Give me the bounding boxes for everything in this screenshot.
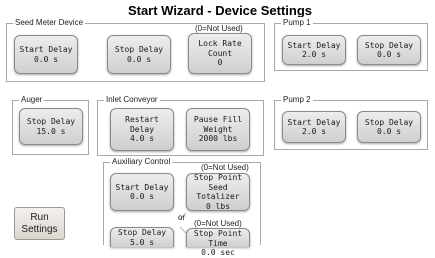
pump-2-start-delay-button[interactable]: Start Delay 2.0 s [282, 111, 346, 143]
seed-meter-device-label: Seed Meter Device [13, 17, 86, 29]
auger-stop-delay-button[interactable]: Stop Delay 15.0 s [19, 108, 83, 145]
pause-fill-weight-button[interactable]: Pause Fill Weight 2000 lbs [186, 108, 250, 151]
pump-1-stop-delay-button[interactable]: Stop Delay 0.0 s [357, 35, 421, 65]
pump-2-label: Pump 2 [281, 94, 313, 106]
stop-point-time-button[interactable]: Stop Point Time 0.0 sec [186, 228, 250, 257]
stop-point-seed-totalizer-button[interactable]: Stop Point Seed Totalizer 0 lbs [186, 173, 250, 211]
auxiliary-start-delay-button[interactable]: Start Delay 0.0 s [110, 173, 174, 211]
inlet-conveyor-label: Inlet Conveyor [104, 94, 160, 106]
or-label: or [178, 213, 186, 222]
auxiliary-note-2: (0=Not Used) [194, 219, 242, 228]
restart-delay-button[interactable]: Restart Delay 4.0 s [110, 108, 174, 151]
auxiliary-note-1: (0=Not Used) [201, 163, 249, 172]
page-title: Start Wizard - Device Settings [127, 3, 313, 18]
run-settings-button[interactable]: Run Settings [14, 207, 65, 240]
seed-meter-start-delay-button[interactable]: Start Delay 0.0 s [14, 35, 78, 74]
lock-rate-note: (0=Not Used) [195, 24, 243, 33]
pump-2-stop-delay-button[interactable]: Stop Delay 0.0 s [357, 111, 421, 143]
seed-meter-stop-delay-button[interactable]: Stop Delay 0.0 s [107, 35, 171, 74]
auger-label: Auger [19, 94, 45, 106]
pump-1-start-delay-button[interactable]: Start Delay 2.0 s [282, 35, 346, 65]
lock-rate-count-button[interactable]: Lock Rate Count 0 [188, 33, 252, 74]
auxiliary-stop-delay-button[interactable]: Stop Delay 5.0 s [110, 227, 174, 247]
pump-1-label: Pump 1 [281, 17, 313, 29]
auxiliary-control-label: Auxiliary Control [110, 156, 173, 168]
